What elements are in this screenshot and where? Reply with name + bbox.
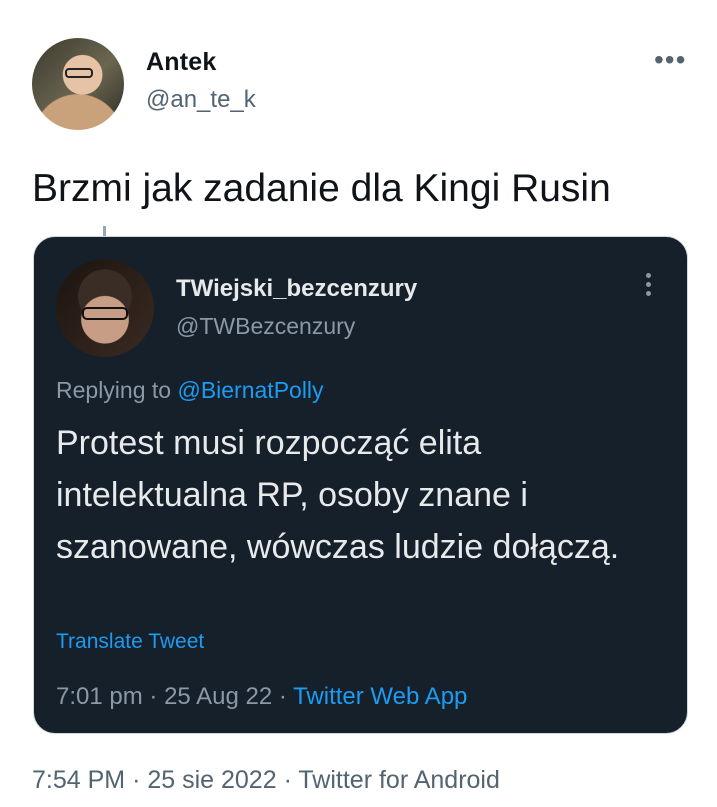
avatar-glasses xyxy=(65,68,93,78)
avatar-glasses xyxy=(82,307,128,320)
replying-to: Replying to @BiernatPolly xyxy=(56,377,324,404)
more-vertical-icon[interactable] xyxy=(644,273,652,296)
separator: · xyxy=(149,683,158,710)
tweet-time[interactable]: 7:54 PM xyxy=(32,766,125,794)
quoted-tweet-meta: 7:01 pm · 25 Aug 22 · Twitter Web App xyxy=(56,683,467,711)
quoted-source-app[interactable]: Twitter Web App xyxy=(293,683,467,710)
quoted-author-name[interactable]: TWiejski_bezcenzury xyxy=(176,275,417,303)
more-horizontal-icon[interactable]: ••• xyxy=(654,46,686,74)
translate-tweet-link[interactable]: Translate Tweet xyxy=(56,630,204,654)
author-avatar[interactable] xyxy=(32,38,124,130)
separator: · xyxy=(283,766,292,794)
separator: · xyxy=(132,766,141,794)
quoted-tweet-text: Protest musi rozpocząć elita intelektual… xyxy=(56,424,620,566)
quoted-time[interactable]: 7:01 pm xyxy=(56,683,143,710)
quoted-tweet-card[interactable]: TWiejski_bezcenzury @TWBezcenzury Replyi… xyxy=(33,236,688,734)
author-name[interactable]: Antek xyxy=(146,48,216,77)
quoted-author-avatar[interactable] xyxy=(56,259,154,357)
tweet-text: Brzmi jak zadanie dla Kingi Rusin xyxy=(32,167,611,210)
replying-to-mention[interactable]: @BiernatPolly xyxy=(177,377,323,403)
author-handle[interactable]: @an_te_k xyxy=(146,86,256,114)
quoted-author-handle[interactable]: @TWBezcenzury xyxy=(176,313,355,340)
replying-prefix: Replying to xyxy=(56,377,172,403)
tweet-meta: 7:54 PM · 25 sie 2022 · Twitter for Andr… xyxy=(32,766,500,795)
quoted-date[interactable]: 25 Aug 22 xyxy=(164,683,272,710)
separator: · xyxy=(278,683,287,710)
tweet-source-app[interactable]: Twitter for Android xyxy=(298,766,499,794)
tweet-date[interactable]: 25 sie 2022 xyxy=(147,766,276,794)
